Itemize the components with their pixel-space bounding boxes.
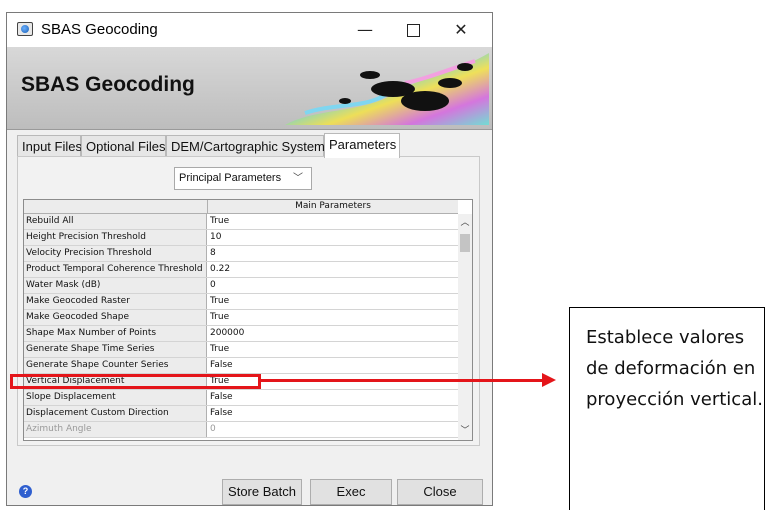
chevron-up-icon[interactable]: ︿ <box>458 216 472 230</box>
table-row[interactable]: Azimuth Angle 0 <box>24 422 458 438</box>
store-batch-button[interactable]: Store Batch <box>222 479 302 505</box>
callout-box: Establece valores de deformación en proy… <box>569 307 765 510</box>
table-row[interactable]: Generate Shape Time Series True <box>24 342 458 358</box>
table-header: Main Parameters <box>24 200 458 214</box>
param-value[interactable]: 0.22 <box>210 262 230 277</box>
param-name: Make Geocoded Shape <box>24 310 207 325</box>
parameter-group-value: Principal Parameters <box>179 172 282 184</box>
close-window-button[interactable]: ✕ <box>438 13 484 47</box>
header-banner: SBAS Geocoding <box>7 47 492 130</box>
interferogram-image <box>285 53 489 125</box>
scroll-thumb[interactable] <box>460 234 470 252</box>
vertical-scrollbar[interactable]: ︿ ﹀ <box>458 214 472 440</box>
param-name: Rebuild All <box>24 214 207 229</box>
header-main-parameters: Main Parameters <box>295 201 371 211</box>
arrow-line <box>261 379 545 382</box>
maximize-button[interactable] <box>390 13 436 47</box>
param-value[interactable]: True <box>210 342 229 357</box>
title-bar: SBAS Geocoding — ✕ <box>7 13 492 47</box>
arrow-head-icon <box>542 373 556 387</box>
callout-text: Establece valores de deformación en proy… <box>586 327 763 410</box>
param-value[interactable]: True <box>210 294 229 309</box>
tab-parameters[interactable]: Parameters <box>324 133 400 158</box>
tab-optional-files[interactable]: Optional Files <box>81 135 166 157</box>
param-value[interactable]: False <box>210 406 233 421</box>
param-value[interactable]: True <box>210 310 229 325</box>
param-name: Height Precision Threshold <box>24 230 207 245</box>
minimize-button[interactable]: — <box>342 13 388 47</box>
table-row[interactable]: Make Geocoded Raster True <box>24 294 458 310</box>
param-name: Generate Shape Time Series <box>24 342 207 357</box>
sbas-geocoding-window: SBAS Geocoding — ✕ SBAS Geocoding Input … <box>6 12 493 506</box>
parameters-panel: Principal Parameters ﹀ Main Parameters R… <box>17 156 480 446</box>
table-row[interactable]: Shape Max Number of Points 200000 <box>24 326 458 342</box>
param-value[interactable]: 200000 <box>210 326 244 341</box>
app-icon <box>17 22 33 36</box>
param-name: Slope Displacement <box>24 390 207 405</box>
table-row[interactable]: Rebuild All True <box>24 214 458 230</box>
chevron-down-icon[interactable]: ﹀ <box>458 424 472 438</box>
close-button[interactable]: Close <box>397 479 483 505</box>
param-name: Velocity Precision Threshold <box>24 246 207 261</box>
table-row[interactable]: Water Mask (dB) 0 <box>24 278 458 294</box>
table-row[interactable]: Velocity Precision Threshold 8 <box>24 246 458 262</box>
exec-button[interactable]: Exec <box>310 479 392 505</box>
parameters-table: Main Parameters Rebuild All True Height P… <box>23 199 473 441</box>
help-icon[interactable]: ? <box>19 485 32 498</box>
table-rows: Rebuild All True Height Precision Thresho… <box>24 214 458 438</box>
param-name: Water Mask (dB) <box>24 278 207 293</box>
tab-dem-cartographic-system[interactable]: DEM/Cartographic System <box>166 135 325 157</box>
header-name-column <box>24 200 208 213</box>
table-row[interactable]: Displacement Custom Direction False <box>24 406 458 422</box>
chevron-down-icon: ﹀ <box>293 173 303 184</box>
param-value[interactable]: False <box>210 390 233 405</box>
param-value[interactable]: True <box>210 214 229 229</box>
param-value[interactable]: 0 <box>210 278 216 293</box>
param-value[interactable]: False <box>210 358 233 373</box>
param-name: Shape Max Number of Points <box>24 326 207 341</box>
table-row[interactable]: Make Geocoded Shape True <box>24 310 458 326</box>
param-value[interactable]: 0 <box>210 422 216 437</box>
table-row[interactable]: Generate Shape Counter Series False <box>24 358 458 374</box>
maximize-icon <box>406 24 420 37</box>
window-title: SBAS Geocoding <box>41 21 158 38</box>
param-name: Azimuth Angle <box>24 422 207 437</box>
table-row[interactable]: Product Temporal Coherence Threshold 0.22 <box>24 262 458 278</box>
param-value[interactable]: 10 <box>210 230 221 245</box>
banner-title: SBAS Geocoding <box>21 73 195 96</box>
tab-input-files[interactable]: Input Files <box>17 135 82 157</box>
parameter-group-select[interactable]: Principal Parameters ﹀ <box>174 167 312 190</box>
param-name: Displacement Custom Direction <box>24 406 207 421</box>
table-row[interactable]: Slope Displacement False <box>24 390 458 406</box>
param-name: Make Geocoded Raster <box>24 294 207 309</box>
highlight-box <box>10 374 261 389</box>
param-name: Product Temporal Coherence Threshold <box>24 262 207 277</box>
table-row[interactable]: Height Precision Threshold 10 <box>24 230 458 246</box>
param-name: Generate Shape Counter Series <box>24 358 207 373</box>
param-value[interactable]: 8 <box>210 246 216 261</box>
